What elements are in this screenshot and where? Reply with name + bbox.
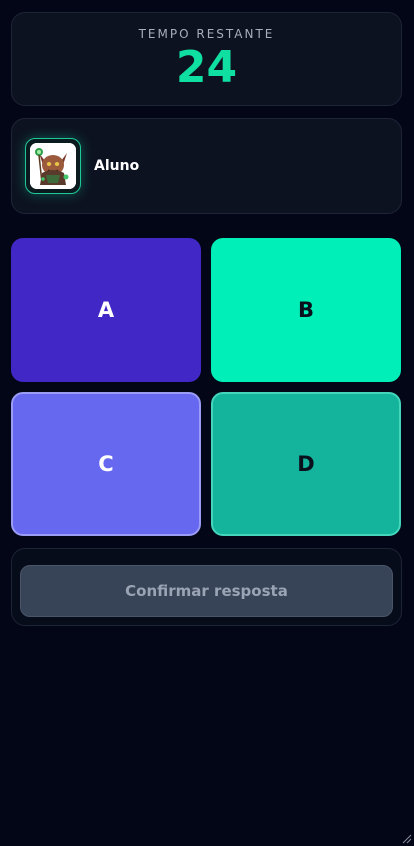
player-name: Aluno	[94, 158, 140, 174]
timer-label: TEMPO RESTANTE	[138, 27, 275, 41]
resize-grip-icon[interactable]	[400, 832, 412, 844]
option-d-button[interactable]: D	[211, 392, 401, 536]
answer-options: A B C D	[11, 238, 402, 536]
timer-value: 24	[175, 42, 238, 93]
avatar	[25, 138, 81, 194]
quiz-screen: TEMPO RESTANTE 24 Aluno A B C D Confirma…	[0, 0, 414, 846]
option-b-button[interactable]: B	[211, 238, 401, 382]
timer-card: TEMPO RESTANTE 24	[11, 12, 402, 106]
player-card: Aluno	[11, 118, 402, 214]
confirm-answer-button[interactable]: Confirmar resposta	[20, 565, 393, 617]
option-a-button[interactable]: A	[11, 238, 201, 382]
option-c-button[interactable]: C	[11, 392, 201, 536]
confirm-card: Confirmar resposta	[11, 548, 402, 626]
monster-avatar-icon	[30, 143, 76, 189]
